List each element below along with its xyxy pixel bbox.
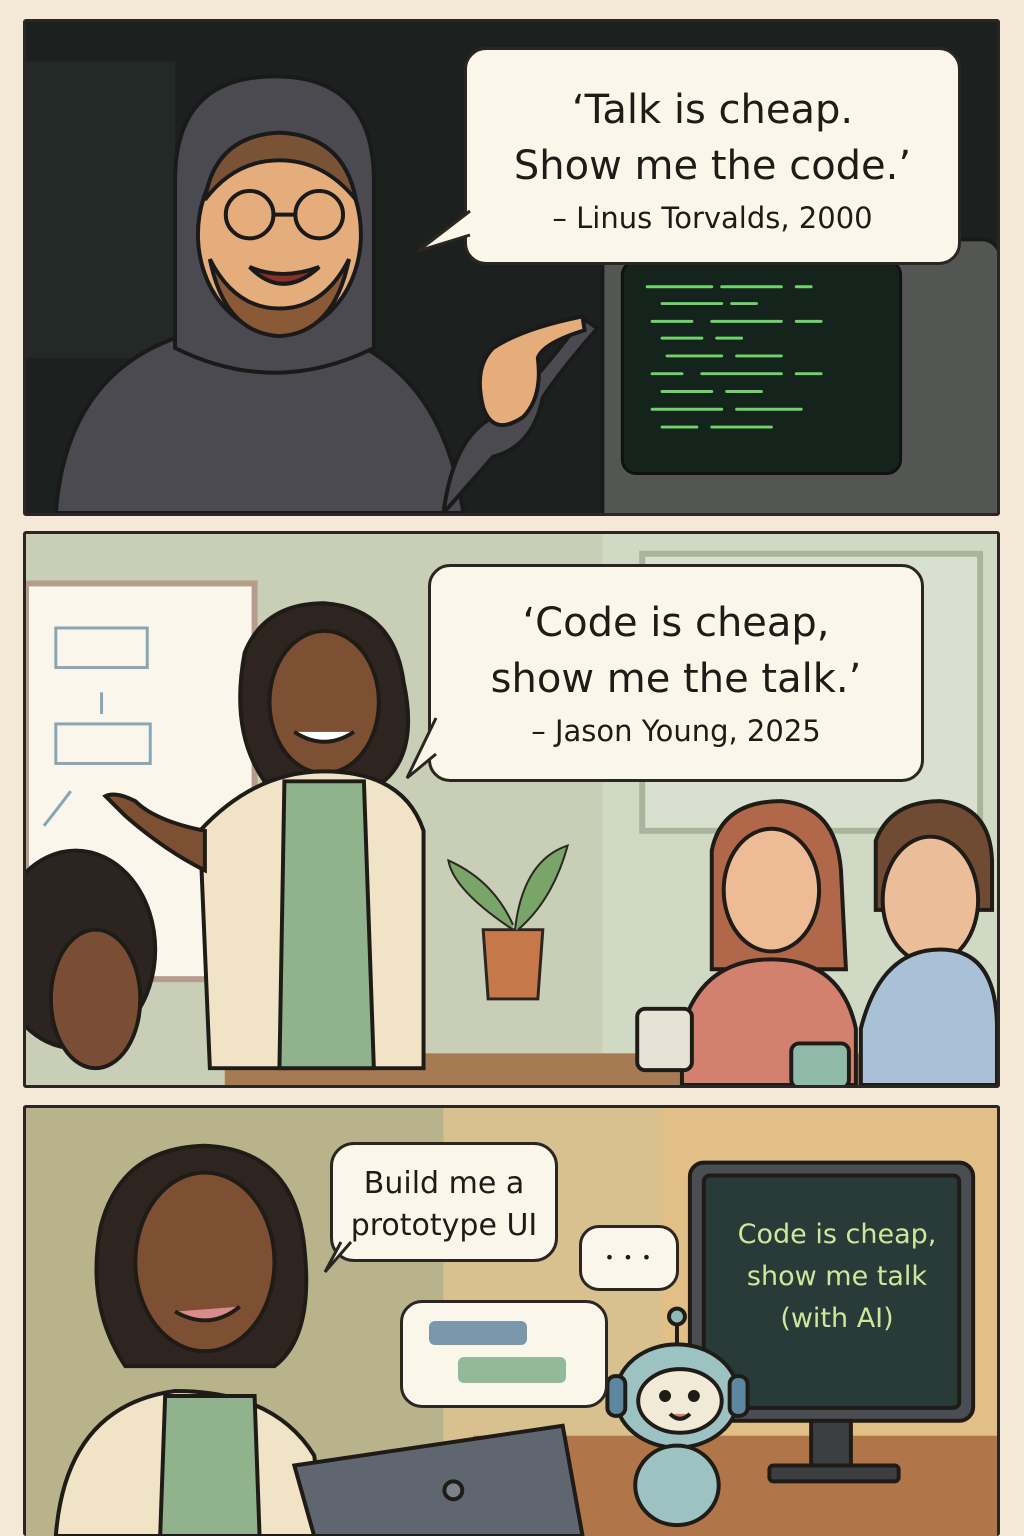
chat-message-bar: [429, 1321, 527, 1345]
panel-torvalds: ‘Talk is cheap. Show me the code.’ – Lin…: [23, 19, 1000, 516]
quote-text: ‘Code is cheap, show me the talk.’: [490, 600, 862, 702]
crt-monitor-icon: [600, 237, 997, 513]
quote-bubble: ‘Code is cheap, show me the talk.’ – Jas…: [428, 564, 924, 782]
request-bubble: Build me a prototype UI: [330, 1142, 558, 1262]
request-text: Build me a prototype UI: [350, 1166, 538, 1243]
chat-reply-bar: [458, 1357, 566, 1383]
chat-ui-bubble: [400, 1300, 608, 1408]
bubble-tail: [405, 717, 438, 780]
thinking-dots: • • •: [604, 1248, 654, 1267]
quote-text: ‘Talk is cheap. Show me the code.’: [513, 87, 912, 189]
monitor-text: Code is cheap, show me talk (with AI): [737, 1219, 937, 1334]
quote-attribution: – Linus Torvalds, 2000: [552, 201, 873, 235]
quote-attribution: – Jason Young, 2025: [531, 714, 821, 748]
bubble-tail: [417, 209, 471, 253]
bubble-tail: [323, 1241, 353, 1273]
panel-young: ‘Code is cheap, show me the talk.’ – Jas…: [23, 531, 1000, 1088]
panel-ai-prototype: Build me a prototype UI • • • Code is ch…: [23, 1105, 1000, 1536]
thinking-bubble: • • •: [579, 1225, 679, 1291]
quote-bubble: ‘Talk is cheap. Show me the code.’ – Lin…: [464, 47, 961, 265]
